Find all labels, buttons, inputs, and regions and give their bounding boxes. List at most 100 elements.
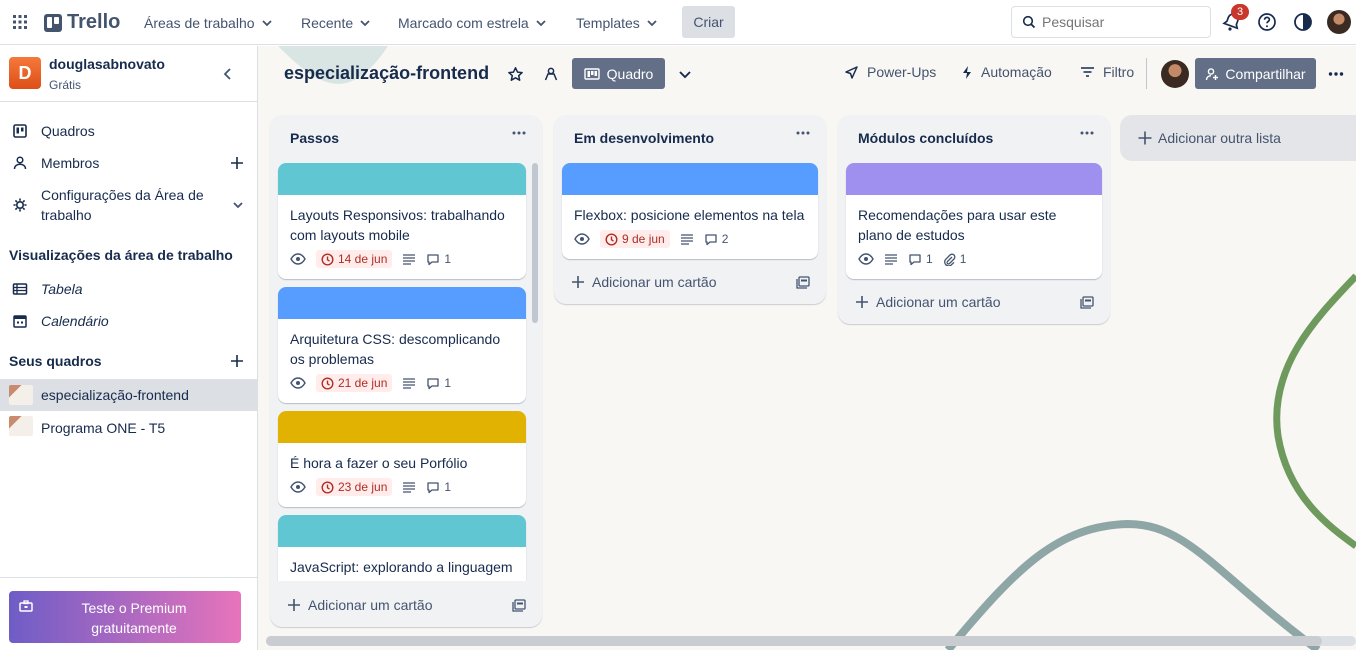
powerups-button[interactable]: Power-Ups (844, 64, 936, 80)
chevron-down-icon (646, 17, 658, 29)
table-icon (12, 281, 28, 297)
due-date-text: 9 de jun (622, 232, 665, 246)
automation-button[interactable]: Automação (961, 64, 1052, 80)
star-icon[interactable] (507, 66, 524, 83)
nav-workspaces[interactable]: Áreas de trabalho (144, 8, 273, 38)
nav-starred[interactable]: Marcado com estrela (398, 8, 547, 38)
trello-logo[interactable]: Trello (44, 11, 120, 34)
board-view-button[interactable]: Quadro (572, 58, 665, 89)
comments-count: 2 (721, 232, 729, 246)
add-card-button[interactable]: Adicionar um cartão (572, 274, 717, 290)
sidebar-item-boards[interactable]: Quadros (0, 120, 257, 142)
board-scrollbar-thumb[interactable] (266, 636, 1322, 646)
list-scrollbar[interactable] (532, 163, 538, 323)
sidebar-item-table[interactable]: Tabela (0, 278, 257, 300)
description-icon (402, 253, 416, 265)
sidebar-item-settings[interactable]: Configurações da Área de trabalho (0, 185, 257, 225)
search-input[interactable] (1042, 14, 1192, 30)
comments-badge: 1 (426, 480, 451, 494)
workspace-plan: Grátis (49, 78, 82, 92)
card-cover (846, 163, 1102, 195)
card[interactable]: Flexbox: posicione elementos na tela 9 d… (562, 163, 818, 259)
workspace-name[interactable]: douglasabnovato (49, 56, 165, 72)
list-more-icon[interactable] (512, 131, 526, 135)
share-button[interactable]: Compartilhar (1195, 58, 1316, 89)
comments-badge: 1 (426, 252, 451, 266)
more-options-icon[interactable] (1328, 66, 1344, 82)
board-title[interactable]: especialização-frontend (284, 63, 489, 84)
sidebar-board-especializacao-frontend[interactable]: especialização-frontend (0, 379, 257, 411)
chevron-down-icon[interactable] (678, 67, 692, 81)
card-template-icon[interactable] (796, 276, 810, 289)
filter-button[interactable]: Filtro (1080, 64, 1134, 80)
nav-recent-label: Recente (301, 15, 354, 31)
card[interactable]: Recomendações para usar este plano de es… (846, 163, 1102, 279)
card-template-icon[interactable] (512, 599, 526, 612)
due-date-badge[interactable]: 21 de jun (316, 374, 393, 392)
card[interactable]: Layouts Responsivos: trabalhando com lay… (278, 163, 526, 279)
board-thumbnail (9, 385, 33, 405)
card-template-icon[interactable] (1080, 296, 1094, 309)
nav-templates[interactable]: Templates (576, 8, 658, 38)
sidebar-item-members[interactable]: Membros (0, 152, 257, 174)
chevron-down-icon (359, 17, 371, 29)
add-member-icon[interactable] (230, 156, 244, 170)
card[interactable]: É hora a fazer o seu Porfólio 23 de jun … (278, 411, 526, 507)
card[interactable]: JavaScript: explorando a linguagem (278, 515, 526, 581)
search-box[interactable] (1011, 6, 1211, 38)
list-more-icon[interactable] (796, 131, 810, 135)
sidebar-board-programa-one[interactable]: Programa ONE - T5 (0, 412, 257, 444)
attachments-count: 1 (959, 252, 967, 266)
watching-eye-icon (574, 233, 590, 245)
comments-count: 1 (444, 252, 452, 266)
card-cover (562, 163, 818, 195)
plus-icon (1138, 131, 1152, 145)
card-cover (278, 287, 526, 319)
due-date-badge[interactable]: 9 de jun (600, 230, 670, 248)
add-list-button[interactable]: Adicionar outra lista (1120, 115, 1356, 161)
premium-trial-button[interactable]: Teste o Premium gratuitamente (9, 591, 241, 643)
board-member-avatar[interactable] (1161, 60, 1189, 88)
nav-recent[interactable]: Recente (301, 8, 371, 38)
sidebar-item-calendar[interactable]: Calendário (0, 310, 257, 332)
add-card-button[interactable]: Adicionar um cartão (288, 597, 433, 613)
due-date-badge[interactable]: 14 de jun (316, 250, 393, 268)
list-em-desenvolvimento: Em desenvolvimento Flexbox: posicione el… (554, 115, 826, 304)
watching-eye-icon (290, 377, 306, 389)
app-switcher-icon[interactable] (11, 13, 29, 31)
divider (0, 577, 257, 578)
user-avatar[interactable] (1327, 10, 1351, 34)
watching-eye-icon (858, 253, 874, 265)
comment-icon (426, 481, 440, 494)
board-canvas: especialização-frontend Quadro Power-Ups… (258, 46, 1356, 650)
sidebar-item-label: Membros (41, 155, 100, 171)
due-date-badge[interactable]: 23 de jun (316, 478, 393, 496)
description-icon (884, 253, 898, 265)
filter-icon (1080, 66, 1095, 78)
sidebar-board-label: Programa ONE - T5 (41, 420, 166, 436)
comment-icon (426, 377, 440, 390)
list-more-icon[interactable] (1080, 131, 1094, 135)
powerups-label: Power-Ups (867, 64, 937, 80)
card-title: JavaScript: explorando a linguagem (290, 559, 513, 575)
comment-icon (704, 233, 718, 246)
list-title[interactable]: Módulos concluídos (858, 130, 993, 146)
add-board-icon[interactable] (230, 354, 244, 368)
create-button[interactable]: Criar (682, 6, 735, 38)
help-icon[interactable] (1256, 11, 1278, 33)
description-icon (402, 481, 416, 493)
list-title[interactable]: Passos (290, 130, 339, 146)
visibility-icon[interactable] (543, 66, 559, 82)
notifications-badge: 3 (1231, 4, 1249, 20)
theme-toggle-icon[interactable] (1292, 11, 1314, 33)
filter-label: Filtro (1103, 64, 1135, 80)
board-view-icon (583, 67, 600, 80)
list-title[interactable]: Em desenvolvimento (574, 130, 714, 146)
chevron-down-icon[interactable] (232, 199, 244, 211)
add-card-button[interactable]: Adicionar um cartão (856, 294, 1001, 310)
board-view-label: Quadro (606, 65, 654, 82)
collapse-sidebar-icon[interactable] (220, 66, 236, 82)
card[interactable]: Arquitetura CSS: descomplicando os probl… (278, 287, 526, 403)
clock-icon (605, 232, 618, 246)
sidebar-item-label: Quadros (41, 123, 95, 139)
